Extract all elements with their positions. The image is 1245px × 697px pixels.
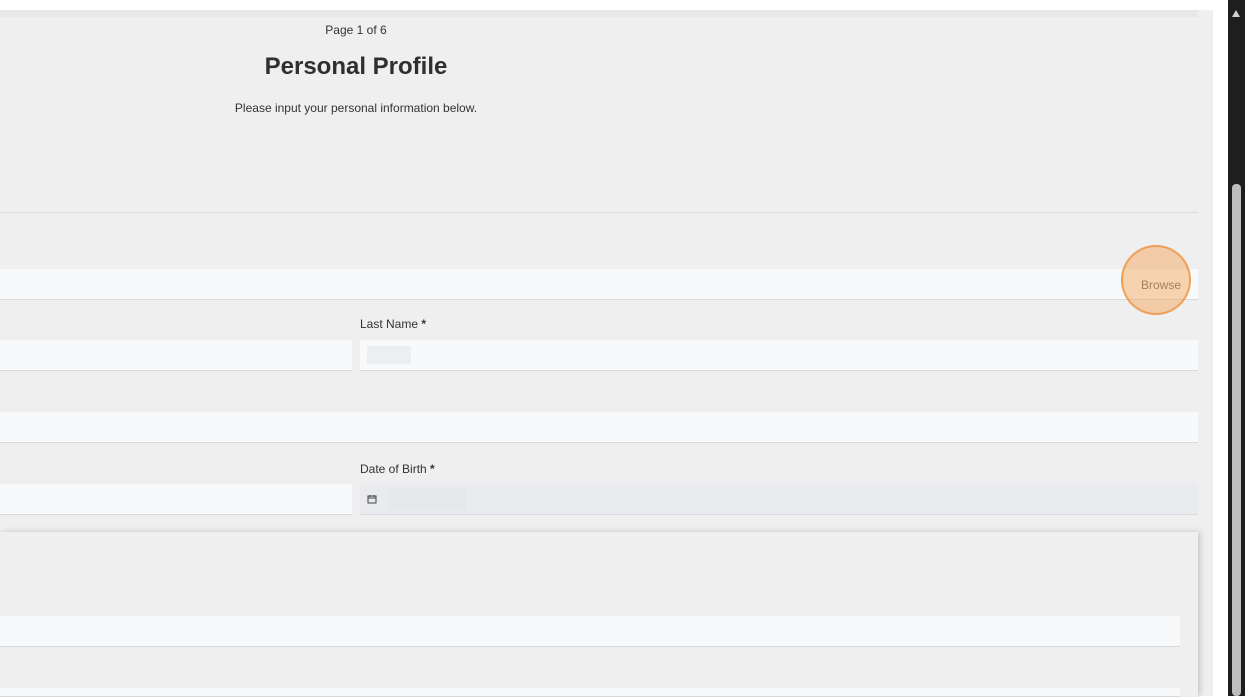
last-name-label: Last Name *	[360, 317, 426, 331]
scrollbar-thumb[interactable]	[1232, 184, 1241, 696]
last-name-label-text: Last Name	[360, 317, 419, 331]
click-highlight	[1121, 245, 1191, 315]
scroll-up-arrow-icon[interactable]	[1232, 10, 1240, 17]
full-width-field[interactable]	[0, 412, 1198, 443]
page-subtitle: Please input your personal information b…	[234, 101, 478, 115]
date-of-birth-label-text: Date of Birth	[360, 462, 427, 476]
required-marker: *	[430, 462, 435, 476]
date-of-birth-field[interactable]	[360, 484, 1198, 515]
left-field[interactable]	[0, 484, 352, 515]
card-field-1[interactable]	[0, 616, 1180, 647]
window-gutter	[1213, 0, 1228, 696]
required-marker: *	[421, 317, 427, 331]
page-title: Personal Profile	[264, 53, 448, 80]
first-name-field[interactable]	[0, 340, 352, 371]
next-section-card	[0, 532, 1198, 696]
last-name-field[interactable]	[360, 340, 1198, 371]
page-counter: Page 1 of 6	[325, 23, 387, 37]
section-divider	[0, 212, 1198, 213]
date-of-birth-label: Date of Birth *	[360, 462, 435, 476]
file-upload-field[interactable]	[0, 269, 1198, 300]
header-strip	[0, 10, 1198, 17]
last-name-value	[367, 346, 411, 364]
calendar-icon[interactable]	[367, 494, 377, 504]
date-of-birth-value	[388, 488, 466, 510]
